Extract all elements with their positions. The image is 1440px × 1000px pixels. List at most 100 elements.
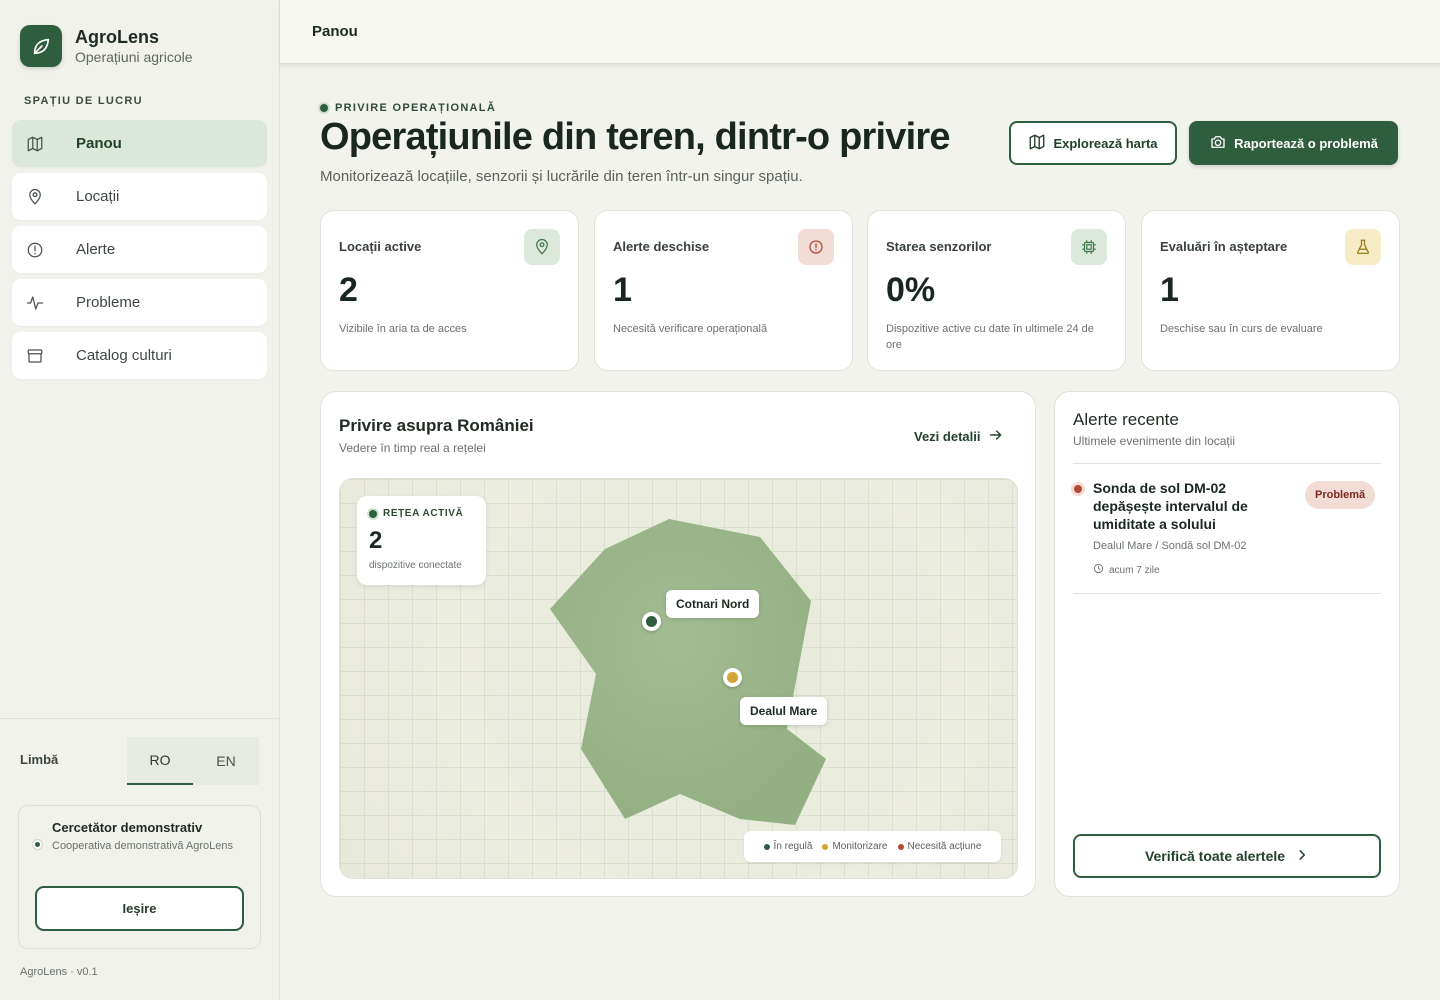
sidebar-item-label: Catalog culturi (76, 347, 172, 364)
alert-location: Dealul Mare / Sondă sol DM-02 (1093, 540, 1247, 552)
topbar-title: Panou (312, 23, 358, 40)
brand-name: AgroLens (75, 27, 160, 47)
alert-circle-icon (798, 229, 834, 265)
location-pin-icon (524, 229, 560, 265)
chip-icon (1071, 229, 1107, 265)
clock-icon (1093, 563, 1104, 577)
alert-time: acum 7 zile (1093, 563, 1160, 577)
user-name: Cercetător demonstrativ (52, 820, 203, 835)
chevron-right-icon (1295, 848, 1309, 865)
app-version: AgroLens · v0.1 (20, 966, 98, 978)
map-icon (26, 135, 44, 153)
eyebrow: PRIVIRE OPERAȚIONALĂ (320, 102, 496, 114)
stat-description: Necesită verificare operațională (613, 323, 768, 335)
page-subtitle: Monitorizează locațiile, senzorii și luc… (320, 168, 803, 185)
sidebar-item-label: Panou (76, 135, 122, 152)
network-device-count: 2 (369, 527, 383, 554)
location-marker-cotnari-nord[interactable] (642, 612, 661, 631)
stat-value: 1 (613, 271, 632, 309)
map-card: Privire asupra României Vedere în timp r… (320, 391, 1036, 897)
sidebar-item-label: Locații (76, 188, 120, 205)
active-network-panel: REȚEA ACTIVĂ 2 dispozitive conectate (357, 496, 486, 585)
stat-value: 1 (1160, 271, 1179, 309)
legend-label: Necesită acțiune (907, 841, 982, 852)
workspace-section-label: SPAȚIU DE LUCRU (24, 95, 143, 107)
sidebar-item-label: Alerte (76, 241, 116, 258)
legend-label: În regulă (773, 841, 813, 852)
map-legend: În regulă Monitorizare Necesită acțiune (744, 831, 1001, 862)
location-label-cotnari-nord[interactable]: Cotnari Nord (666, 590, 760, 618)
archive-box-icon (26, 347, 44, 365)
sidebar-nav: Panou Locații Alerte Probleme Catalog cu… (12, 120, 267, 385)
status-dot-icon (369, 509, 377, 518)
map-subtitle: Vedere în timp real a rețelei (339, 441, 486, 455)
arrow-right-icon (988, 427, 1004, 446)
legend-dot-icon (897, 843, 904, 850)
legend-label: Monitorizare (832, 841, 888, 852)
report-problem-button[interactable]: Raportează o problemă (1189, 121, 1398, 165)
sidebar: AgroLens Operațiuni agricole SPAȚIU DE L… (0, 0, 280, 1000)
recent-alerts-card: Alerte recente Ultimele evenimente din l… (1054, 391, 1400, 897)
stat-card-pending-assessments[interactable]: Evaluări în așteptare 1 Deschise sau în … (1141, 210, 1400, 371)
location-marker-dealul-mare[interactable] (723, 668, 742, 687)
sidebar-item-panou[interactable]: Panou (12, 120, 267, 167)
divider (1073, 593, 1381, 594)
network-caption: dispozitive conectate (369, 560, 462, 571)
location-label-dealul-mare[interactable]: Dealul Mare (740, 697, 828, 725)
language-option-en[interactable]: EN (193, 737, 259, 785)
flask-icon (1345, 229, 1381, 265)
divider (1073, 463, 1381, 464)
stat-card-sensor-health[interactable]: Starea senzorilor 0% Dispozitive active … (867, 210, 1126, 371)
legend-dot-icon (822, 843, 829, 850)
user-status-icon (32, 839, 43, 850)
stat-card-open-alerts[interactable]: Alerte deschise 1 Necesită verificare op… (594, 210, 853, 371)
alerts-title: Alerte recente (1073, 410, 1179, 429)
explore-map-button[interactable]: Explorează harta (1009, 121, 1177, 165)
logout-button[interactable]: Ieșire (35, 886, 244, 931)
stat-title: Alerte deschise (613, 239, 710, 254)
sidebar-item-probleme[interactable]: Probleme (12, 279, 267, 326)
report-problem-label: Raportează o problemă (1234, 135, 1378, 151)
status-badge: Problemă (1305, 481, 1376, 509)
stat-description: Deschise sau în curs de evaluare (1160, 323, 1323, 335)
map-area[interactable]: REȚEA ACTIVĂ 2 dispozitive conectate Cot… (339, 478, 1018, 879)
stat-description: Dispozitive active cu date în ultimele 2… (886, 323, 1094, 351)
legend-dot-icon (763, 843, 770, 850)
language-option-ro[interactable]: RO (127, 737, 193, 785)
eyebrow-text: PRIVIRE OPERAȚIONALĂ (335, 102, 497, 114)
legend-item: În regulă (763, 841, 813, 852)
stat-card-active-locations[interactable]: Locații active 2 Vizibile în aria ta de … (320, 210, 579, 371)
legend-item: Necesită acțiune (897, 841, 982, 852)
view-details-label: Vezi detalii (914, 429, 981, 444)
sidebar-item-locatii[interactable]: Locații (12, 173, 267, 220)
alert-time-label: acum 7 zile (1109, 564, 1160, 576)
sidebar-item-catalog-culturi[interactable]: Catalog culturi (12, 332, 267, 379)
alerts-subtitle: Ultimele evenimente din locații (1073, 434, 1236, 448)
view-all-alerts-button[interactable]: Verifică toate alertele (1073, 834, 1381, 878)
network-label: REȚEA ACTIVĂ (383, 508, 464, 519)
location-pin-icon (26, 188, 44, 206)
leaf-logo-icon (20, 25, 62, 67)
camera-icon (1209, 133, 1227, 154)
status-dot-icon (320, 104, 328, 112)
view-all-alerts-label: Verifică toate alertele (1144, 848, 1286, 864)
stat-description: Vizibile în aria ta de acces (339, 323, 467, 335)
language-label: Limbă (20, 752, 59, 767)
view-details-link[interactable]: Vezi detalii (914, 427, 1004, 446)
stat-value: 2 (339, 271, 358, 309)
alert-circle-icon (26, 241, 44, 259)
sidebar-divider (0, 718, 279, 719)
language-switch: RO EN (127, 737, 259, 785)
map-title: Privire asupra României (339, 416, 534, 435)
legend-item: Monitorizare (822, 841, 888, 852)
stat-value: 0% (886, 271, 936, 309)
topbar: Panou (280, 0, 1440, 64)
explore-map-label: Explorează harta (1053, 135, 1158, 151)
brand[interactable]: AgroLens Operațiuni agricole (20, 25, 193, 67)
stat-title: Starea senzorilor (886, 239, 992, 254)
brand-subtitle: Operațiuni agricole (75, 49, 193, 65)
alert-title: Sonda de sol DM-02 depășește intervalul … (1093, 480, 1248, 532)
stat-title: Locații active (339, 239, 422, 254)
sidebar-item-alerte[interactable]: Alerte (12, 226, 267, 273)
alert-severity-icon (1071, 482, 1085, 496)
